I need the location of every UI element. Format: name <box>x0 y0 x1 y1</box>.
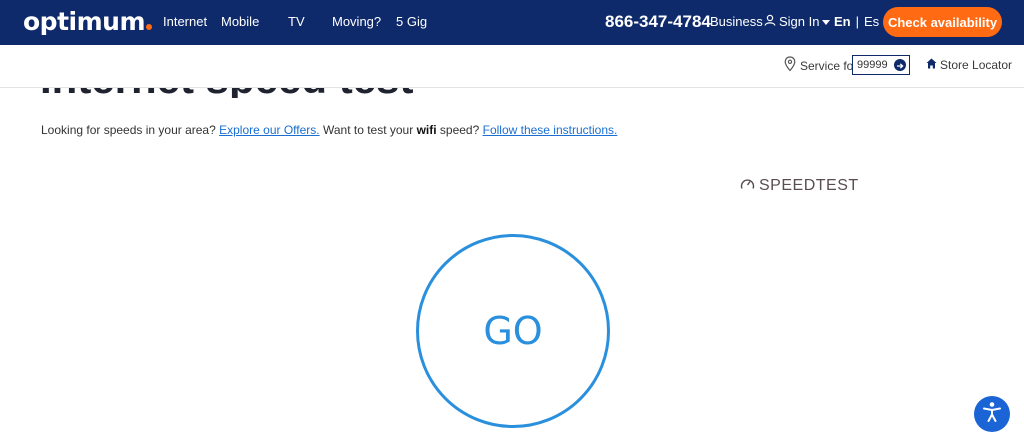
sign-in-menu[interactable]: Sign In <box>764 14 831 30</box>
phone-number[interactable]: 866-347-4784 <box>605 11 711 33</box>
intro-wifi: wifi <box>416 123 437 137</box>
intro-text: Looking for speeds in your area? Explore… <box>41 123 617 137</box>
store-locator-label: Store Locator <box>940 58 1013 72</box>
explore-offers-link[interactable]: Explore our Offers. <box>219 123 320 137</box>
nav-mobile[interactable]: Mobile <box>221 14 259 30</box>
go-button[interactable]: GO <box>416 234 610 428</box>
chevron-down-icon <box>822 14 831 30</box>
nav-internet[interactable]: Internet <box>163 14 207 30</box>
zip-input[interactable] <box>857 58 891 72</box>
service-for-label: Service for <box>800 59 858 73</box>
speedtest-label: SPEEDTEST <box>759 177 859 194</box>
intro-text-1: Looking for speeds in your area? <box>41 123 220 137</box>
arrow-right-circle-icon[interactable] <box>894 59 906 71</box>
nav-5-gig[interactable]: 5 Gig <box>396 14 427 30</box>
home-icon <box>926 58 937 72</box>
page-title: Internet speed test <box>40 88 413 98</box>
optimum-logo[interactable]: optimum <box>23 8 152 36</box>
gauge-icon <box>740 177 755 195</box>
speedtest-logo: SPEEDTEST <box>740 177 859 195</box>
location-pin-icon <box>784 56 796 77</box>
nav-tv[interactable]: TV <box>288 14 305 30</box>
store-locator-link[interactable]: Store Locator <box>926 58 1012 72</box>
follow-instructions-link[interactable]: Follow these instructions. <box>483 123 618 137</box>
zip-field <box>852 55 910 75</box>
business-link[interactable]: Business <box>710 14 763 30</box>
lang-separator: | <box>855 14 860 29</box>
accessibility-button[interactable] <box>974 396 1010 432</box>
check-availability-button[interactable]: Check availability <box>883 7 1002 37</box>
sign-in-label: Sign In <box>779 14 820 29</box>
intro-text-2: Want to test your <box>319 123 417 137</box>
logo-dot <box>146 24 152 30</box>
intro-text-3: speed? <box>436 123 483 137</box>
top-nav-bar: optimum Internet Mobile TV Moving? 5 Gig… <box>0 0 1024 45</box>
language-switcher: En | Es <box>834 14 879 30</box>
user-icon <box>764 14 776 30</box>
logo-text: optimum <box>23 7 146 36</box>
lang-en[interactable]: En <box>834 14 851 30</box>
nav-moving[interactable]: Moving? <box>332 14 381 30</box>
heading-clip: Internet speed test <box>0 88 1024 98</box>
accessibility-icon <box>980 400 1004 429</box>
lang-es[interactable]: Es <box>864 14 879 30</box>
